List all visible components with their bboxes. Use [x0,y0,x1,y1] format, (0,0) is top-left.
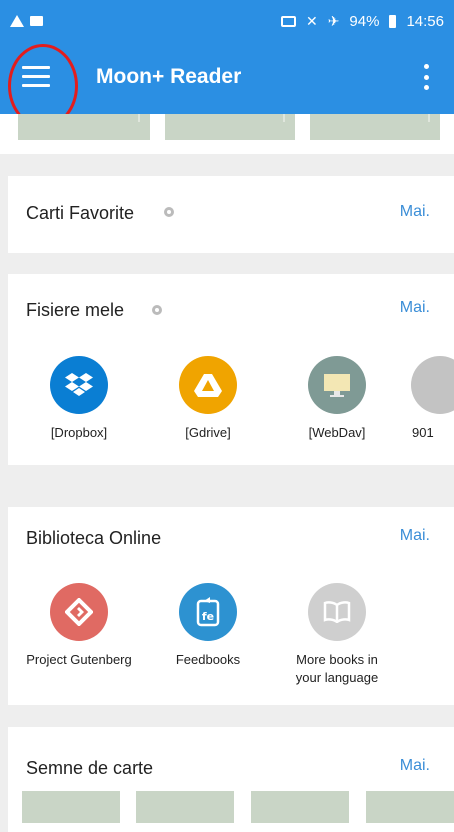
cast-icon [280,16,296,27]
favorites-section: Carti Favorite Mai. [8,176,454,253]
dropbox-icon [50,356,108,414]
recent-books-strip [0,114,454,154]
clock: 14:56 [406,13,444,30]
my-files-more-link[interactable]: Mai. [400,299,430,317]
more-books-label: More books in your language [295,652,379,685]
bookmarks-section: Semne de carte Mai. [8,727,454,832]
bookmark-thumbnail[interactable] [136,791,234,823]
book-thumbnail[interactable] [18,114,150,140]
more-books-item[interactable]: More books in your language [272,583,402,687]
app-title: Moon+ Reader [96,65,242,88]
settings-gear-icon[interactable] [164,207,174,217]
webdav-item[interactable]: [WebDav] [282,356,392,442]
battery-percent: 94% [349,13,380,30]
feedbooks-item[interactable]: fe Feedbooks [153,583,263,669]
notification-icons [10,15,43,27]
feedbooks-icon: fe [179,583,237,641]
bookmark-thumbnail[interactable] [251,791,349,823]
gutenberg-label: Project Gutenberg [26,652,132,667]
section-title: Biblioteca Online [26,528,162,548]
section-title: Fisiere mele [26,300,125,320]
feedbooks-label: Feedbooks [175,652,241,667]
book-thumbnail[interactable] [165,114,295,140]
section-title: Semne de carte [26,758,154,778]
warning-icon [10,15,24,27]
gdrive-item[interactable]: [Gdrive] [153,356,263,442]
webdav-icon [308,356,366,414]
battery-icon [389,15,397,28]
bookmarks-more-link[interactable]: Mai. [400,757,430,775]
online-library-more-link[interactable]: Mai. [400,527,430,545]
storage-icon [411,356,454,414]
dropbox-item[interactable]: [Dropbox] [24,356,134,442]
storage-item[interactable]: 901 [400,356,454,442]
book-thumbnail[interactable] [310,114,440,140]
section-title: Carti Favorite [26,203,135,223]
project-gutenberg-item[interactable]: Project Gutenberg [24,583,134,669]
dropbox-label: [Dropbox] [50,425,108,440]
system-icons: ✕ ✈ 94% 14:56 [280,13,444,30]
favorites-more-link[interactable]: Mai. [400,203,430,221]
webdav-label: [WebDav] [308,425,366,440]
message-icon [30,16,43,26]
overflow-menu-icon[interactable] [424,64,430,90]
storage-label: 901 [412,425,434,440]
settings-gear-icon[interactable] [152,305,162,315]
book-icon [308,583,366,641]
svg-text:fe: fe [202,610,214,623]
gdrive-label: [Gdrive] [185,425,231,440]
bookmark-thumbnail[interactable] [366,791,454,823]
mute-icon: ✕ [305,13,318,29]
online-library-section: Biblioteca Online Mai. Project Gutenberg… [8,507,454,705]
bookmark-thumbnail[interactable] [22,791,120,823]
gdrive-icon [179,356,237,414]
my-files-section: Fisiere mele Mai. [Dropbox] [Gdrive] [We… [8,274,454,465]
status-bar: ✕ ✈ 94% 14:56 [0,0,454,40]
gutenberg-icon [50,583,108,641]
airplane-mode-icon: ✈ [327,13,340,29]
